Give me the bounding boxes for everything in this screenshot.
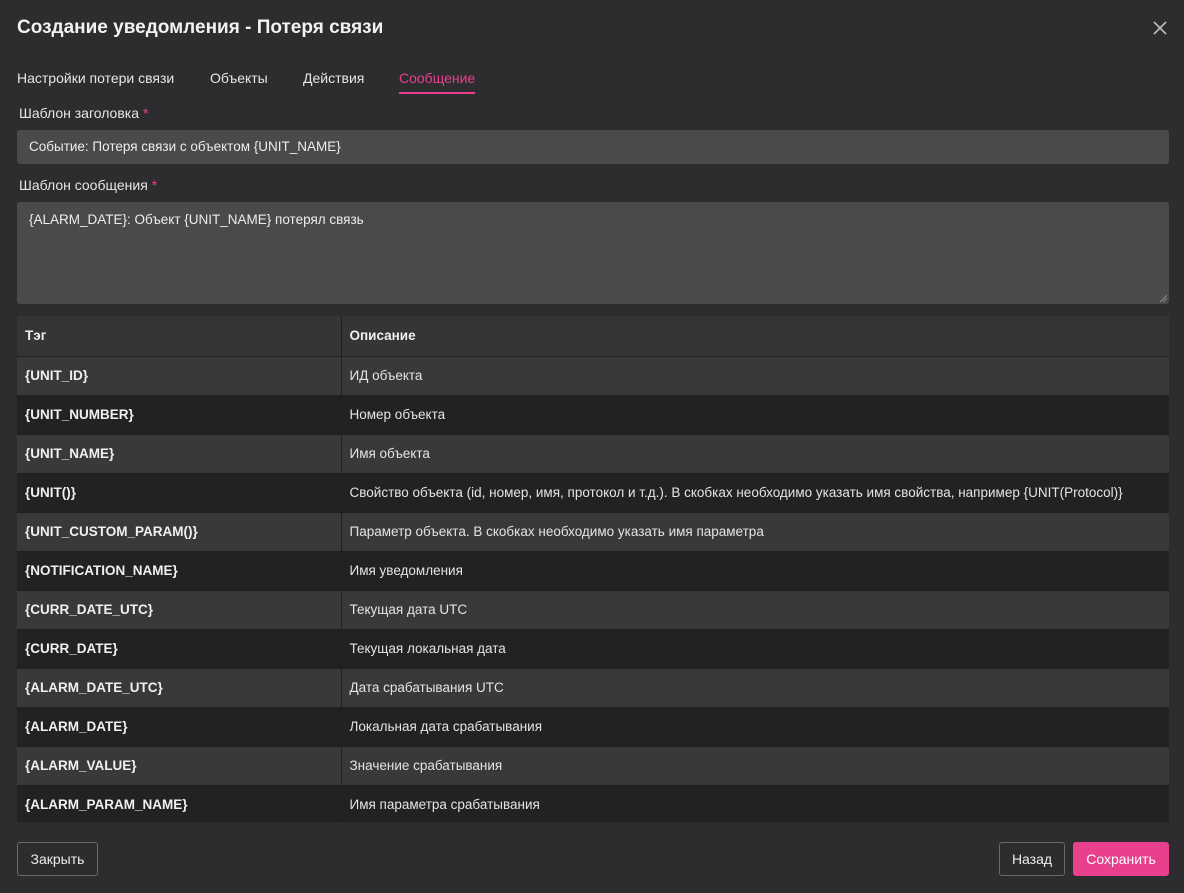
description-cell: Имя объекта bbox=[341, 434, 1169, 474]
tag-cell: {ALARM_PARAM_NAME} bbox=[17, 785, 342, 822]
description-cell: Локальная дата срабатывания bbox=[341, 707, 1169, 747]
tag-cell: {UNIT_CUSTOM_PARAM()} bbox=[17, 512, 342, 552]
description-cell: Дата срабатывания UTC bbox=[341, 668, 1169, 708]
tag-cell: {ALARM_DATE} bbox=[17, 707, 342, 747]
description-cell: Текущая дата UTC bbox=[341, 590, 1169, 630]
tab-connection-loss-settings[interactable]: Настройки потери связи bbox=[17, 70, 174, 92]
required-mark: * bbox=[143, 105, 149, 121]
description-cell: ИД объекта bbox=[341, 356, 1169, 396]
table-row: {CURR_DATE} Текущая локальная дата bbox=[17, 629, 1169, 669]
close-button[interactable]: Закрыть bbox=[17, 842, 98, 876]
table-row: {UNIT_NUMBER} Номер объекта bbox=[17, 395, 1169, 435]
tag-cell: {UNIT_ID} bbox=[17, 356, 342, 396]
tag-cell: {UNIT_NAME} bbox=[17, 434, 342, 474]
description-cell: Текущая локальная дата bbox=[341, 629, 1169, 669]
table-row: {NOTIFICATION_NAME} Имя уведомления bbox=[17, 551, 1169, 591]
table-row: {UNIT_NAME} Имя объекта bbox=[17, 434, 1169, 474]
back-button[interactable]: Назад bbox=[999, 842, 1065, 876]
tag-cell: {ALARM_DATE_UTC} bbox=[17, 668, 342, 708]
table-row: {ALARM_DATE_UTC} Дата срабатывания UTC bbox=[17, 668, 1169, 708]
tag-cell: {CURR_DATE} bbox=[17, 629, 342, 669]
save-button[interactable]: Сохранить bbox=[1073, 842, 1169, 876]
table-header-row: Тэг Описание bbox=[17, 316, 1169, 357]
header-template-label: Шаблон заголовка * bbox=[19, 105, 148, 121]
description-cell: Параметр объекта. В скобках необходимо у… bbox=[341, 512, 1169, 552]
column-header-description: Описание bbox=[341, 316, 1169, 357]
table-row: {ALARM_PARAM_NAME} Имя параметра срабатыв… bbox=[17, 785, 1169, 822]
tag-cell: {UNIT()} bbox=[17, 473, 342, 513]
message-template-label-text: Шаблон сообщения bbox=[19, 177, 148, 193]
tags-table: Тэг Описание {UNIT_ID} ИД объекта {UNIT_NU… bbox=[17, 316, 1169, 822]
tab-objects[interactable]: Объекты bbox=[210, 70, 268, 92]
table-row: {ALARM_VALUE} Значение срабатывания bbox=[17, 746, 1169, 786]
dialog-title: Создание уведомления - Потеря связи bbox=[17, 17, 384, 38]
description-cell: Значение срабатывания bbox=[341, 746, 1169, 786]
required-mark: * bbox=[151, 177, 158, 193]
tag-cell: {NOTIFICATION_NAME} bbox=[17, 551, 342, 591]
description-cell: Свойство объекта (id, номер, имя, проток… bbox=[341, 473, 1169, 513]
tags-table-container[interactable]: Тэг Описание {UNIT_ID} ИД объекта {UNIT_NU… bbox=[17, 316, 1169, 822]
description-cell: Номер объекта bbox=[341, 395, 1169, 435]
table-row: {UNIT_CUSTOM_PARAM()} Параметр объекта. В… bbox=[17, 512, 1169, 552]
resize-handle-icon[interactable] bbox=[1159, 294, 1167, 302]
column-header-tag: Тэг bbox=[17, 316, 342, 357]
message-template-label: Шаблон сообщения * bbox=[19, 177, 157, 193]
table-row: {UNIT()} Свойство объекта (id, номер, имя… bbox=[17, 473, 1169, 513]
table-row: {UNIT_ID} ИД объекта bbox=[17, 356, 1169, 396]
table-row: {CURR_DATE_UTC} Текущая дата UTC bbox=[17, 590, 1169, 630]
description-cell: Имя параметра срабатывания bbox=[341, 785, 1169, 822]
table-row: {ALARM_DATE} Локальная дата срабатывания bbox=[17, 707, 1169, 747]
message-template-value: {ALARM_DATE}: Объект {UNIT_NAME} потерял… bbox=[29, 212, 364, 227]
tag-cell: {UNIT_NUMBER} bbox=[17, 395, 342, 435]
header-template-input[interactable]: Событие: Потеря связи с объектом {UNIT_N… bbox=[17, 130, 1169, 164]
header-template-label-text: Шаблон заголовка bbox=[19, 105, 139, 121]
tab-message[interactable]: Сообщение bbox=[399, 70, 476, 94]
close-icon[interactable] bbox=[1150, 18, 1170, 38]
tab-actions[interactable]: Действия bbox=[303, 70, 364, 92]
description-cell: Имя уведомления bbox=[341, 551, 1169, 591]
message-template-textarea[interactable]: {ALARM_DATE}: Объект {UNIT_NAME} потерял… bbox=[17, 202, 1169, 304]
table-body: {UNIT_ID} ИД объекта {UNIT_NUMBER} Номер об… bbox=[17, 356, 1169, 822]
tag-cell: {ALARM_VALUE} bbox=[17, 746, 342, 786]
tag-cell: {CURR_DATE_UTC} bbox=[17, 590, 342, 630]
